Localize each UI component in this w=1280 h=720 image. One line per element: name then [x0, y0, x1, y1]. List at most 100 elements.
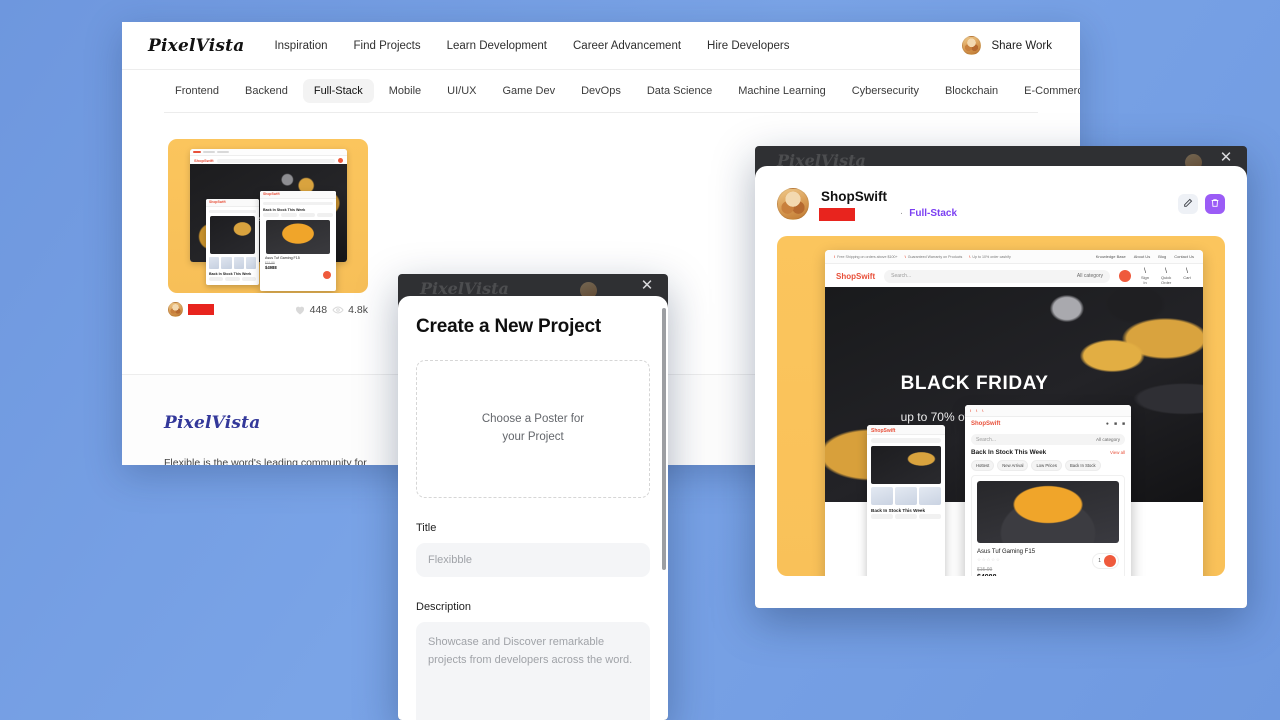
create-modal-body: Create a New Project Choose a Poster for… [398, 296, 668, 720]
category-data-science[interactable]: Data Science [636, 79, 723, 103]
category-devops[interactable]: DevOps [570, 79, 632, 103]
category-full-stack[interactable]: Full-Stack [302, 79, 374, 103]
thumb-product-logo: ShopSwift [263, 192, 280, 196]
project-card[interactable]: ShopSwift BLACK FRIDAY up to 70% off SAL… [168, 139, 368, 317]
product-filter-chips: Hottest New Arrival Low Prices Back In S… [971, 460, 1125, 471]
thumb-product-image [266, 220, 330, 254]
product-section-title: Back In Stock This Week [971, 449, 1047, 456]
preview-cart: \ Cart [1183, 267, 1191, 280]
category-ui-ux[interactable]: UI/UX [436, 79, 487, 103]
category-machine-learning[interactable]: Machine Learning [727, 79, 836, 103]
detail-author-avatar[interactable] [777, 188, 809, 220]
trash-icon [1210, 195, 1220, 213]
detail-preview-navbar: ShopSwift Search... All category \ Sign I… [825, 264, 1203, 289]
nav-item-hire-developers[interactable]: Hire Developers [707, 40, 789, 52]
detail-actions [1178, 194, 1225, 214]
category-cybersecurity[interactable]: Cybersecurity [841, 79, 930, 103]
secondary-mock-section: Back In Stock This Week [871, 508, 926, 513]
thumb-mobile-grid [209, 257, 256, 269]
announce-2: Guaranteed Warranty on Products [907, 254, 963, 259]
product-new-price: $4988 [977, 574, 1119, 576]
thumb-mobile-hero [210, 216, 255, 254]
detail-header: ShopSwift redacted · Full-Stack [777, 188, 1225, 221]
thumb-mobile-head: ShopSwift [206, 199, 259, 207]
chip-hottest: Hottest [971, 460, 995, 471]
detail-close-icon[interactable]: ✕ [1217, 149, 1235, 167]
thumb-mobile-logo: ShopSwift [209, 200, 226, 204]
thumb-product-head: ShopSwift [260, 191, 336, 199]
preview-link-blog: Blog [1158, 254, 1167, 259]
project-card-thumbnail[interactable]: ShopSwift BLACK FRIDAY up to 70% off SAL… [168, 139, 368, 293]
thumb-product-new-price: $4988 [265, 265, 277, 270]
thumb-mock-search-icon [338, 158, 343, 163]
product-quantity: 1 [1098, 558, 1101, 564]
user-avatar[interactable] [962, 36, 982, 55]
nav-item-inspiration[interactable]: Inspiration [274, 40, 327, 52]
nav-item-learn-development[interactable]: Learn Development [447, 40, 547, 52]
eye-icon [332, 304, 344, 316]
pencil-icon [1183, 195, 1193, 213]
views-stat: 4.8k [332, 304, 368, 316]
account-icon: ● [1105, 420, 1109, 427]
thumb-mobile-mock: ShopSwift Back In Stock This Week [206, 199, 259, 285]
delete-project-button[interactable] [1205, 194, 1225, 214]
thumb-product-name: Asus Tuf Gaming F15 [265, 256, 300, 260]
category-frontend[interactable]: Frontend [164, 79, 230, 103]
category-game-dev[interactable]: Game Dev [492, 79, 567, 103]
edit-project-button[interactable] [1178, 194, 1198, 214]
chip-new-arrival: New Arrival [997, 460, 1029, 471]
heart-icon [294, 304, 306, 316]
nav-item-find-projects[interactable]: Find Projects [354, 40, 421, 52]
add-to-cart-icon [1104, 555, 1116, 567]
detail-separator: · [899, 207, 904, 219]
thumb-cart-icon [323, 271, 331, 279]
product-mock-logo: ShopSwift [971, 420, 1001, 427]
create-modal-title: Create a New Project [416, 316, 602, 337]
preview-logo: ShopSwift [836, 271, 876, 281]
cart-icon: ■ [1121, 420, 1125, 427]
site-logo[interactable]: PixelVista [148, 36, 244, 56]
screen: PixelVista Inspiration Find Projects Lea… [0, 0, 1280, 720]
share-work-button[interactable]: Share Work [991, 40, 1052, 52]
preview-secondary-mock: ShopSwift Back In Stock This Week [867, 425, 945, 576]
poster-dropzone[interactable]: Choose a Poster for your Project [416, 360, 650, 498]
product-mock-nav: ShopSwift ● ■ ■ [965, 417, 1131, 430]
dropzone-line-1: Choose a Poster for [481, 413, 585, 426]
detail-subline: redacted · Full-Stack [819, 207, 957, 221]
create-modal-scrollbar[interactable] [662, 308, 666, 570]
title-field-label: Title [416, 522, 437, 534]
likes-count: 448 [309, 303, 328, 316]
detail-project-image: \ Free Shipping on orders above $100+ \ Gu… [777, 236, 1225, 576]
category-ecommerce[interactable]: E-Commerce [1013, 79, 1080, 103]
detail-project-title: ShopSwift [821, 189, 887, 205]
product-search-placeholder: Search... [976, 436, 997, 443]
preview-search-placeholder: Search... [891, 273, 912, 279]
redaction-mark-icon [188, 304, 214, 315]
thumb-mobile-section: Back In Stock This Week [209, 272, 252, 276]
category-mobile[interactable]: Mobile [378, 79, 432, 103]
product-view-all-link: View all [1109, 450, 1125, 455]
main-nav: Inspiration Find Projects Learn Developm… [274, 40, 789, 52]
product-category-select: All category [1095, 437, 1120, 442]
chip-back-in-stock: Back In Stock [1064, 460, 1101, 471]
detail-category-tag[interactable]: Full-Stack [909, 208, 957, 219]
header-right: Share Work [962, 36, 1052, 55]
preview-link-contact-us: Contact Us [1174, 254, 1194, 259]
category-blockchain[interactable]: Blockchain [934, 79, 1009, 103]
dropzone-line-2: your Project [502, 431, 564, 443]
project-author-avatar[interactable] [168, 302, 183, 317]
preview-search-bar: Search... All category [884, 269, 1110, 283]
preview-category-select: All category [1076, 273, 1103, 279]
description-textarea[interactable]: Showcase and Discover remarkable project… [416, 622, 650, 720]
product-mock-icons: ● ■ ■ [1106, 421, 1125, 427]
nav-item-career-advancement[interactable]: Career Advancement [573, 40, 681, 52]
project-card-stats: 448 4.8k [294, 304, 368, 316]
category-backend[interactable]: Backend [234, 79, 299, 103]
title-input[interactable]: Flexibble [416, 543, 650, 577]
product-section-title-row: Back In Stock This Week View all [971, 449, 1125, 456]
description-placeholder: Showcase and Discover remarkable project… [428, 636, 633, 667]
thumb-mock-search [216, 158, 335, 163]
create-close-icon[interactable]: ✕ [638, 277, 656, 295]
site-header: PixelVista Inspiration Find Projects Lea… [122, 22, 1080, 70]
likes-stat: 448 [294, 303, 328, 316]
